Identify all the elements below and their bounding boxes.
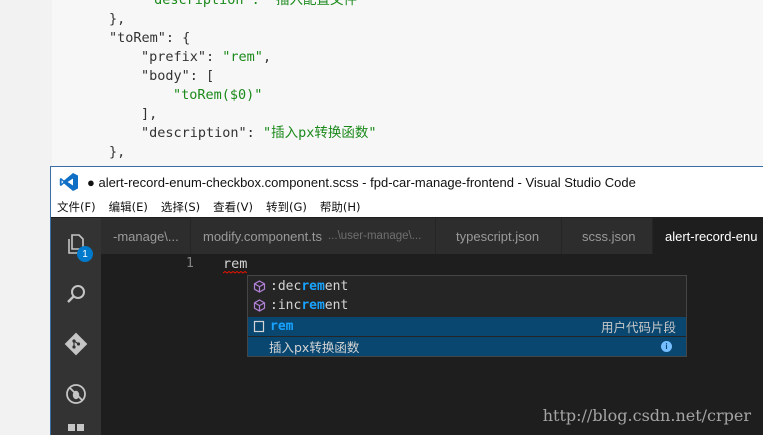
menu-bar: 文件(F) 编辑(E) 选择(S) 查看(V) 转到(G) 帮助(H) — [51, 197, 763, 217]
search-icon — [67, 285, 85, 303]
suggestion-detail-text: 插入px转换函数 — [269, 340, 360, 355]
code-line-close-bracket: ], — [141, 106, 158, 122]
tab-label: -manage\... — [113, 228, 179, 244]
suggestion-decrement[interactable]: :dec rem ent — [248, 277, 686, 296]
debug-button[interactable] — [51, 372, 101, 416]
title-bar: ● alert-record-enum-checkbox.component.s… — [51, 167, 763, 197]
vscode-window: ● alert-record-enum-checkbox.component.s… — [50, 166, 763, 435]
tab-label: alert-record-enu — [665, 228, 758, 244]
window-title: ● alert-record-enum-checkbox.component.s… — [87, 174, 636, 190]
debug-icon — [66, 384, 86, 404]
menu-edit[interactable]: 编辑(E) — [107, 199, 150, 215]
suggestion-text-suffix: ent — [324, 279, 349, 294]
tab-alert-record-enum[interactable]: alert-record-enu — [653, 218, 763, 254]
editor-tabs: -manage\... modify.component.ts ...\user… — [101, 218, 763, 254]
method-icon — [248, 280, 270, 293]
activity-bar: 1 — [51, 218, 101, 435]
menu-go[interactable]: 转到(G) — [264, 199, 309, 215]
line-number: 1 — [186, 256, 194, 271]
suggestion-text: :inc — [270, 298, 302, 313]
method-icon — [248, 299, 270, 312]
suggestion-text: :dec — [270, 279, 302, 294]
suggestion-text-suffix: ent — [324, 298, 349, 313]
suggest-widget: :dec rem ent :inc rem ent rem 用户代码片段 插入px转换函… — [247, 275, 687, 357]
background-left-panel — [0, 0, 52, 435]
suggestion-rem-snippet[interactable]: rem 用户代码片段 — [248, 317, 686, 336]
code-line-description-top: "description": "插入配置文件" — [146, 0, 366, 8]
snippet-icon — [248, 320, 270, 333]
watermark: http://blog.csdn.net/crper — [542, 406, 751, 425]
tab-label: scss.json — [582, 228, 636, 244]
git-icon — [64, 332, 88, 356]
tab-label: typescript.json — [456, 228, 540, 244]
error-squiggle — [223, 271, 247, 274]
menu-help[interactable]: 帮助(H) — [318, 199, 363, 215]
code-line-body-value: "toRem($0)" — [173, 87, 263, 103]
code-line-close-brace-2: }, — [109, 144, 126, 160]
tab-modify-component[interactable]: modify.component.ts ...\user-manage\... — [191, 218, 436, 254]
menu-file[interactable]: 文件(F) — [55, 199, 98, 215]
extensions-icon — [68, 424, 84, 431]
menu-selection[interactable]: 选择(S) — [159, 199, 202, 215]
menu-view[interactable]: 查看(V) — [211, 199, 255, 215]
search-button[interactable] — [51, 272, 101, 316]
suggestion-match: rem — [301, 279, 325, 294]
source-control-button[interactable] — [51, 322, 101, 366]
suggestion-match: rem — [301, 298, 325, 313]
code-line-torem: "toRem": { — [109, 30, 191, 46]
suggestion-kind: 用户代码片段 — [600, 320, 676, 335]
tab-typescript-json[interactable]: typescript.json — [436, 218, 562, 254]
code-line-prefix: "prefix": "rem", — [141, 49, 272, 65]
tab-scss-json[interactable]: scss.json — [562, 218, 653, 254]
vscode-logo-icon — [59, 173, 78, 191]
tab-manage[interactable]: -manage\... — [101, 218, 191, 254]
suggestion-detail: 插入px转换函数 i — [248, 337, 686, 356]
tab-label: modify.component.ts — [203, 228, 322, 244]
suggestion-match: rem — [270, 319, 294, 334]
background-json-document: "description": "插入配置文件" }, "toRem": { "p… — [52, 0, 763, 166]
tab-description: ...\user-manage\... — [327, 230, 422, 242]
suggestion-increment[interactable]: :inc rem ent — [248, 296, 686, 315]
code-line-description: "description": "插入px转换函数" — [141, 125, 377, 141]
explorer-button[interactable]: 1 — [51, 222, 101, 266]
explorer-badge: 1 — [77, 246, 93, 262]
info-icon[interactable]: i — [661, 341, 672, 352]
extensions-button[interactable] — [51, 418, 101, 435]
code-line-body: "body": [ — [141, 68, 215, 84]
code-line-close-brace: }, — [109, 11, 126, 27]
